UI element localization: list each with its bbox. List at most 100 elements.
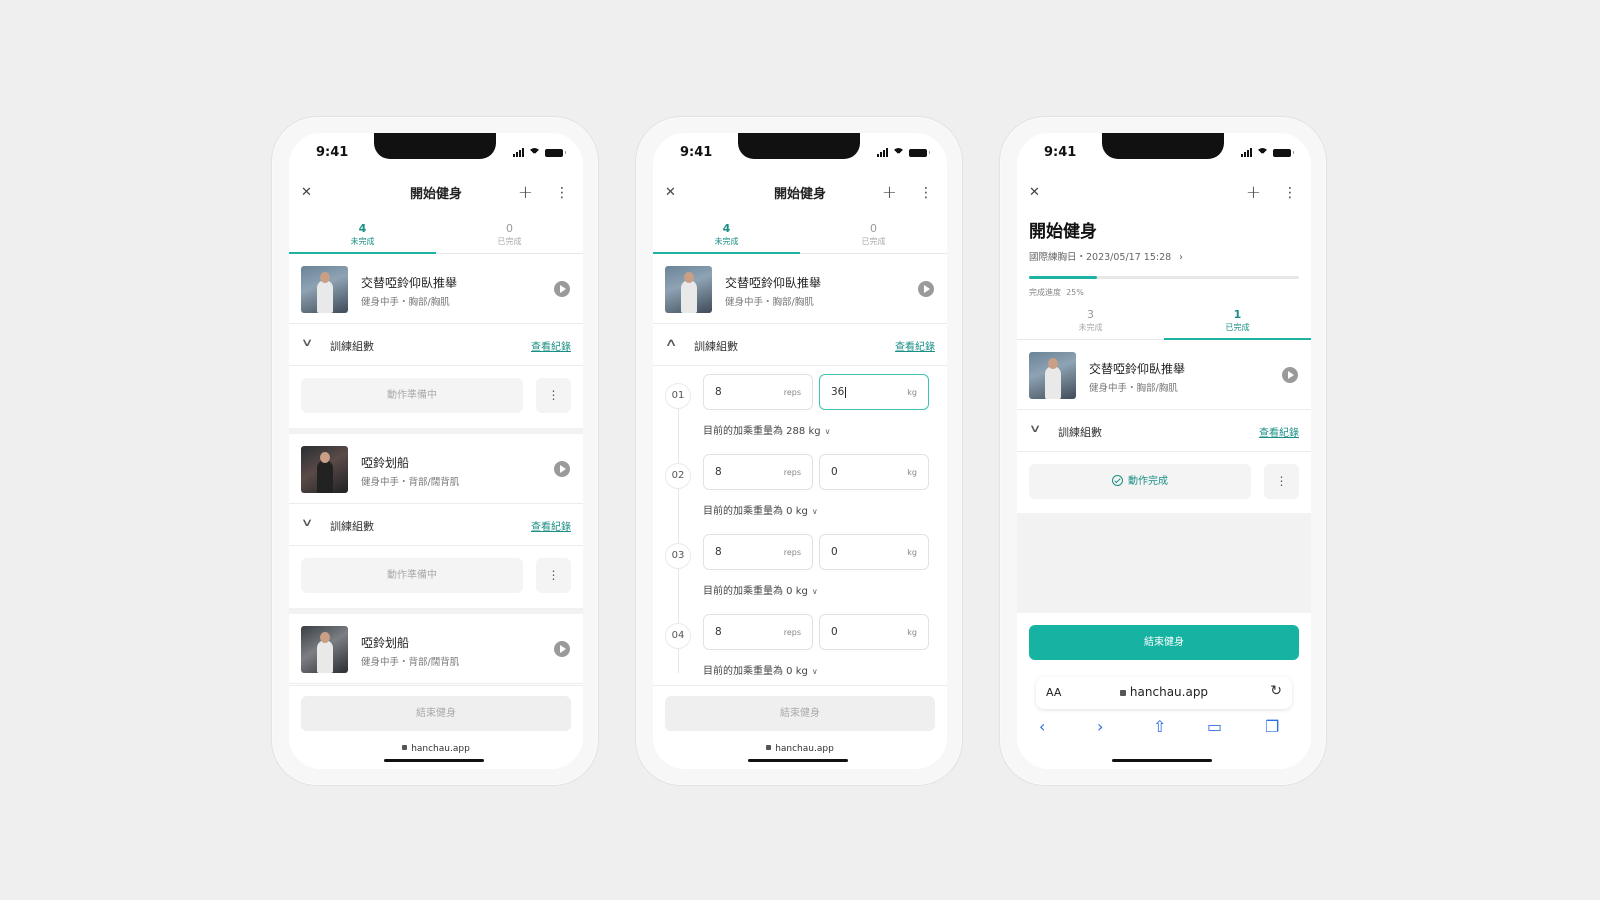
history-link[interactable]: 查看紀錄 xyxy=(531,518,571,533)
end-workout-button[interactable]: 結束健身 xyxy=(665,696,935,731)
wifi-icon xyxy=(528,148,541,157)
tab-pending[interactable]: 4 未完成 xyxy=(289,217,436,254)
sets-label: 訓練組數 xyxy=(694,340,738,353)
tab-pending[interactable]: 3 未完成 xyxy=(1017,303,1164,339)
sets-header[interactable]: ∨ 訓練組數 查看紀錄 xyxy=(289,324,583,366)
chevron-down-icon: ∨ xyxy=(811,667,818,676)
weight-input[interactable]: 36 kg xyxy=(819,374,929,410)
lock-icon xyxy=(1119,690,1126,696)
weight-value: 0 xyxy=(831,546,838,558)
chevron-down-icon[interactable]: ∨ xyxy=(301,336,314,349)
share-icon[interactable]: ⇧ xyxy=(1153,717,1166,736)
status-time: 9:41 xyxy=(316,145,349,160)
reps-unit: reps xyxy=(783,388,801,397)
tab-done-count: 1 xyxy=(1233,308,1242,321)
exercise-thumbnail xyxy=(1029,352,1076,399)
chevron-down-icon: ∨ xyxy=(824,427,831,436)
chevron-down-icon[interactable]: ∨ xyxy=(301,516,314,529)
sets-header[interactable]: ∧ 訓練組數 查看紀錄 xyxy=(653,324,947,366)
history-link[interactable]: 查看紀錄 xyxy=(895,338,935,353)
tab-done[interactable]: 1 已完成 xyxy=(1164,303,1311,340)
exercise-done-button[interactable]: 動作完成 xyxy=(1029,464,1251,499)
chevron-down-icon[interactable]: ∨ xyxy=(1029,422,1042,435)
empty-area xyxy=(1017,513,1311,613)
page-title: 開始健身 xyxy=(1029,222,1097,242)
weight-hint[interactable]: 目前的加乘重量為 0 kg ∨ xyxy=(703,582,818,597)
more-vertical-icon[interactable]: ⋮ xyxy=(1283,183,1297,203)
sets-header[interactable]: ∨ 訓練組數 查看紀錄 xyxy=(1017,410,1311,452)
tab-pending[interactable]: 4 未完成 xyxy=(653,217,800,254)
battery-icon xyxy=(1273,148,1294,157)
bookmarks-icon[interactable]: ▭ xyxy=(1207,717,1222,736)
play-icon[interactable] xyxy=(554,461,570,477)
notch xyxy=(374,133,496,159)
tab-done[interactable]: 0 已完成 xyxy=(800,217,947,253)
more-vertical-icon[interactable]: ⋮ xyxy=(1264,464,1299,499)
plus-icon[interactable]: + xyxy=(518,183,533,203)
weight-hint[interactable]: 目前的加乘重量為 0 kg ∨ xyxy=(703,502,818,517)
tab-pending-label: 未完成 xyxy=(1078,323,1103,332)
reps-unit: reps xyxy=(783,628,801,637)
status-time: 9:41 xyxy=(680,145,713,160)
tab-pending-count: 4 xyxy=(722,222,731,235)
sets-header[interactable]: ∨ 訓練組數 查看紀錄 xyxy=(289,504,583,546)
more-vertical-icon[interactable]: ⋮ xyxy=(536,558,571,593)
forward-icon[interactable]: › xyxy=(1097,717,1103,736)
sets-label: 訓練組數 xyxy=(1058,426,1102,439)
play-icon[interactable] xyxy=(554,641,570,657)
end-workout-button[interactable]: 結束健身 xyxy=(301,696,571,731)
exercise-card[interactable]: 交替啞鈴仰臥推舉 健身中手・胸部/胸肌 xyxy=(289,254,583,324)
ready-button[interactable]: 動作準備中 xyxy=(301,378,523,413)
weight-input[interactable]: 0 kg xyxy=(819,534,929,570)
status-time: 9:41 xyxy=(1044,145,1077,160)
play-icon[interactable] xyxy=(1282,367,1298,383)
exercise-card[interactable]: 交替啞鈴仰臥推舉 健身中手・胸部/胸肌 xyxy=(653,254,947,324)
ready-button[interactable]: 動作準備中 xyxy=(301,558,523,593)
back-icon[interactable]: ‹ xyxy=(1039,717,1045,736)
reps-input[interactable]: 8 reps xyxy=(703,534,813,570)
history-link[interactable]: 查看紀錄 xyxy=(1259,424,1299,439)
reps-input[interactable]: 8 reps xyxy=(703,454,813,490)
plus-icon[interactable]: + xyxy=(882,183,897,203)
weight-input[interactable]: 0 kg xyxy=(819,454,929,490)
history-link[interactable]: 查看紀錄 xyxy=(531,338,571,353)
exercise-card[interactable]: 交替啞鈴仰臥推舉 健身中手・胸部/胸肌 xyxy=(1017,340,1311,410)
footer: 結束健身 hanchau.app xyxy=(653,685,947,769)
end-workout-button[interactable]: 結束健身 xyxy=(1029,625,1299,660)
weight-input[interactable]: 0 kg xyxy=(819,614,929,650)
exercise-card[interactable]: 啞鈴划船 健身中手・背部/闊背肌 xyxy=(289,434,583,504)
exercise-card[interactable]: 啞鈴划船 健身中手・背部/闊背肌 xyxy=(289,614,583,684)
workout-meta[interactable]: 國際練胸日・2023/05/17 15:28 › xyxy=(1029,249,1183,263)
close-icon[interactable]: ✕ xyxy=(1029,183,1040,203)
exercise-subtitle: 健身中手・背部/闊背肌 xyxy=(361,657,460,668)
address-bar[interactable]: AA hanchau.app ↻ xyxy=(1036,677,1292,709)
tab-pending-count: 3 xyxy=(1087,308,1094,321)
sets-label: 訓練組數 xyxy=(330,340,374,353)
play-icon[interactable] xyxy=(554,281,570,297)
exercise-thumbnail xyxy=(301,446,348,493)
app-bar: ✕ 開始健身 + ⋮ xyxy=(653,173,947,213)
more-vertical-icon[interactable]: ⋮ xyxy=(919,183,933,203)
chevron-up-icon[interactable]: ∧ xyxy=(665,336,678,349)
tab-done[interactable]: 0 已完成 xyxy=(436,217,583,253)
reload-icon[interactable]: ↻ xyxy=(1270,683,1282,699)
url-label: hanchau.app xyxy=(653,744,947,754)
exercise-thumbnail xyxy=(301,626,348,673)
footer: 結束健身 hanchau.app xyxy=(289,685,583,769)
reps-unit: reps xyxy=(783,548,801,557)
battery-icon xyxy=(909,148,930,157)
plus-icon[interactable]: + xyxy=(1246,183,1261,203)
weight-hint[interactable]: 目前的加乘重量為 288 kg ∨ xyxy=(703,422,830,437)
weight-hint[interactable]: 目前的加乘重量為 0 kg ∨ xyxy=(703,662,818,677)
more-vertical-icon[interactable]: ⋮ xyxy=(536,378,571,413)
reps-input[interactable]: 8 reps xyxy=(703,374,813,410)
exercise-name: 交替啞鈴仰臥推舉 xyxy=(725,276,822,290)
home-indicator xyxy=(1112,759,1212,762)
tab-pending-label: 未完成 xyxy=(714,237,739,246)
play-icon[interactable] xyxy=(918,281,934,297)
tab-done-count: 0 xyxy=(506,222,513,235)
more-vertical-icon[interactable]: ⋮ xyxy=(555,183,569,203)
reps-input[interactable]: 8 reps xyxy=(703,614,813,650)
tabs-icon[interactable]: ❐ xyxy=(1265,717,1279,736)
ready-row: 動作準備中 ⋮ xyxy=(289,366,583,428)
